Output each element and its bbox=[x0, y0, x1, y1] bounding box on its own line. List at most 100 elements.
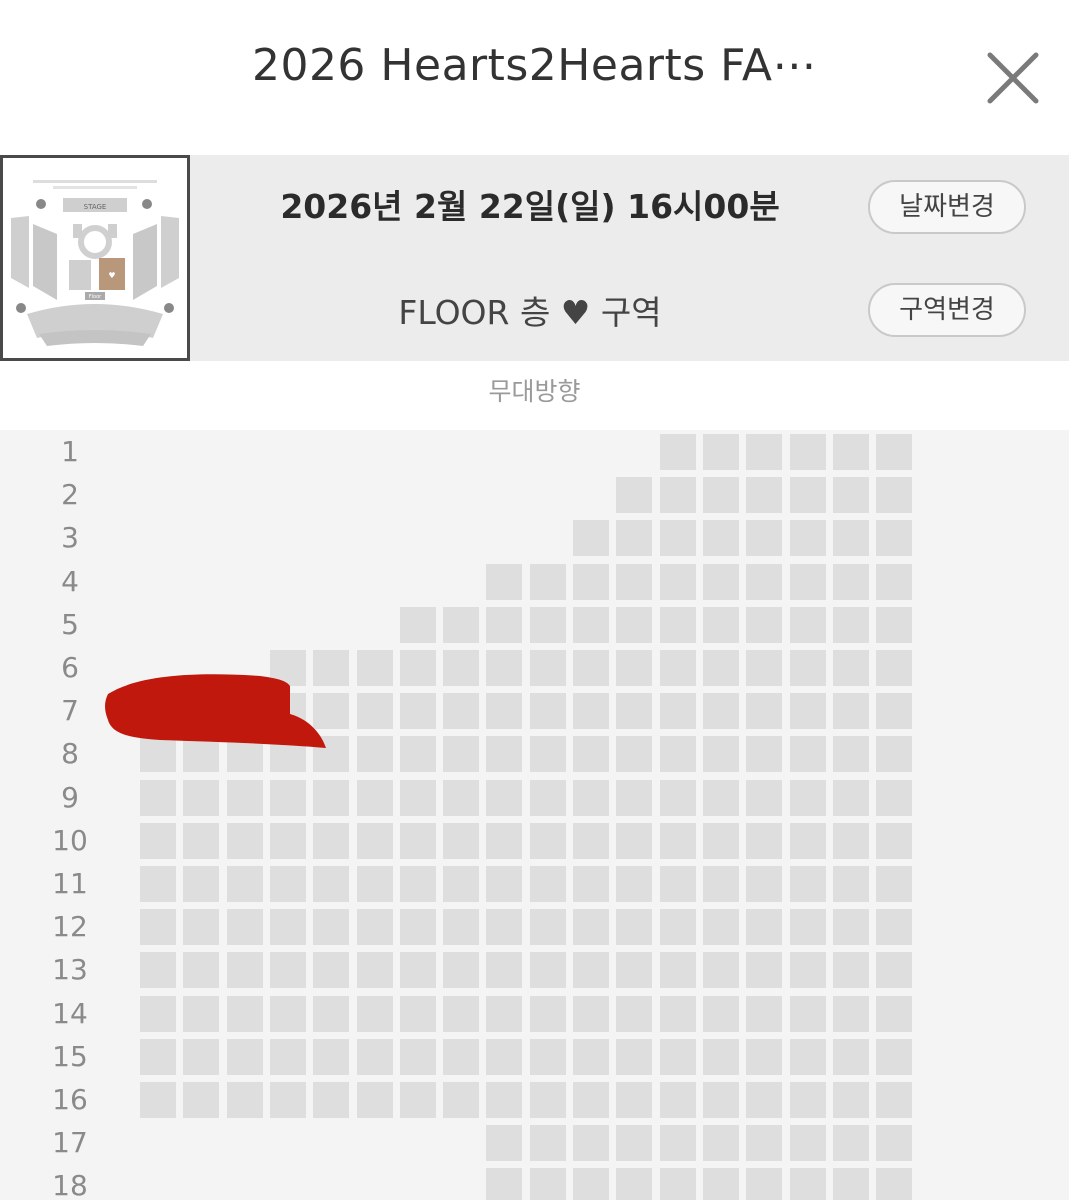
seat[interactable] bbox=[790, 650, 826, 686]
seat[interactable] bbox=[357, 1082, 393, 1118]
seat[interactable] bbox=[746, 477, 782, 513]
seat[interactable] bbox=[833, 693, 869, 729]
seat[interactable] bbox=[790, 823, 826, 859]
seat[interactable] bbox=[486, 1125, 522, 1161]
seat[interactable] bbox=[357, 952, 393, 988]
seat[interactable] bbox=[746, 693, 782, 729]
seat[interactable] bbox=[573, 1039, 609, 1075]
seat[interactable] bbox=[443, 650, 479, 686]
seat[interactable] bbox=[703, 866, 739, 902]
seat[interactable] bbox=[313, 1039, 349, 1075]
seat[interactable] bbox=[486, 909, 522, 945]
seat[interactable] bbox=[573, 1082, 609, 1118]
seat[interactable] bbox=[876, 650, 912, 686]
seat[interactable] bbox=[833, 564, 869, 600]
seat[interactable] bbox=[573, 607, 609, 643]
seat[interactable] bbox=[486, 952, 522, 988]
seat[interactable] bbox=[227, 1082, 263, 1118]
seat[interactable] bbox=[530, 866, 566, 902]
seat[interactable] bbox=[660, 996, 696, 1032]
seat[interactable] bbox=[573, 866, 609, 902]
seat[interactable] bbox=[876, 1039, 912, 1075]
seat[interactable] bbox=[876, 823, 912, 859]
seat[interactable] bbox=[876, 1082, 912, 1118]
seat[interactable] bbox=[833, 1082, 869, 1118]
seat[interactable] bbox=[313, 780, 349, 816]
seat[interactable] bbox=[443, 780, 479, 816]
seat[interactable] bbox=[573, 693, 609, 729]
seat[interactable] bbox=[833, 1168, 869, 1200]
seat[interactable] bbox=[227, 952, 263, 988]
seat[interactable] bbox=[746, 866, 782, 902]
seat[interactable] bbox=[227, 823, 263, 859]
seat[interactable] bbox=[530, 1082, 566, 1118]
seat[interactable] bbox=[703, 1039, 739, 1075]
seat[interactable] bbox=[660, 909, 696, 945]
close-button[interactable] bbox=[980, 45, 1046, 111]
seat[interactable] bbox=[616, 909, 652, 945]
seat[interactable] bbox=[530, 909, 566, 945]
seat[interactable] bbox=[486, 693, 522, 729]
seat[interactable] bbox=[876, 1125, 912, 1161]
seat[interactable] bbox=[616, 736, 652, 772]
seat[interactable] bbox=[790, 564, 826, 600]
seat[interactable] bbox=[357, 693, 393, 729]
seat[interactable] bbox=[746, 520, 782, 556]
seat[interactable] bbox=[313, 693, 349, 729]
seat[interactable] bbox=[530, 780, 566, 816]
seat[interactable] bbox=[530, 1125, 566, 1161]
seat[interactable] bbox=[400, 909, 436, 945]
seat[interactable] bbox=[746, 736, 782, 772]
seat[interactable] bbox=[616, 607, 652, 643]
seat[interactable] bbox=[616, 996, 652, 1032]
seat[interactable] bbox=[270, 736, 306, 772]
seat[interactable] bbox=[703, 736, 739, 772]
seat[interactable] bbox=[833, 736, 869, 772]
seat[interactable] bbox=[357, 650, 393, 686]
seat[interactable] bbox=[703, 477, 739, 513]
seat[interactable] bbox=[227, 736, 263, 772]
seat[interactable] bbox=[746, 780, 782, 816]
seat[interactable] bbox=[183, 1039, 219, 1075]
seat[interactable] bbox=[790, 520, 826, 556]
seat[interactable] bbox=[876, 996, 912, 1032]
seat[interactable] bbox=[746, 1039, 782, 1075]
seat[interactable] bbox=[443, 1082, 479, 1118]
seat[interactable] bbox=[443, 823, 479, 859]
seat[interactable] bbox=[227, 693, 263, 729]
seat[interactable] bbox=[616, 952, 652, 988]
seat[interactable] bbox=[876, 434, 912, 470]
seat[interactable] bbox=[746, 952, 782, 988]
seat[interactable] bbox=[660, 1168, 696, 1200]
seat[interactable] bbox=[573, 650, 609, 686]
seat[interactable] bbox=[270, 780, 306, 816]
seat[interactable] bbox=[443, 736, 479, 772]
seat[interactable] bbox=[790, 607, 826, 643]
seat[interactable] bbox=[270, 823, 306, 859]
seat[interactable] bbox=[833, 520, 869, 556]
seat[interactable] bbox=[313, 909, 349, 945]
seat[interactable] bbox=[746, 564, 782, 600]
seat[interactable] bbox=[876, 520, 912, 556]
seat[interactable] bbox=[616, 866, 652, 902]
seat[interactable] bbox=[270, 650, 306, 686]
seat[interactable] bbox=[660, 693, 696, 729]
seat[interactable] bbox=[573, 1125, 609, 1161]
seat[interactable] bbox=[833, 1039, 869, 1075]
seat[interactable] bbox=[616, 1168, 652, 1200]
seat[interactable] bbox=[616, 780, 652, 816]
seat[interactable] bbox=[616, 1125, 652, 1161]
seat[interactable] bbox=[140, 952, 176, 988]
seat[interactable] bbox=[270, 866, 306, 902]
seat[interactable] bbox=[486, 1168, 522, 1200]
seat[interactable] bbox=[400, 866, 436, 902]
seat[interactable] bbox=[313, 866, 349, 902]
seat[interactable] bbox=[660, 1039, 696, 1075]
seat[interactable] bbox=[790, 736, 826, 772]
seat[interactable] bbox=[573, 520, 609, 556]
seat[interactable] bbox=[400, 952, 436, 988]
seat[interactable] bbox=[746, 823, 782, 859]
seat[interactable] bbox=[833, 607, 869, 643]
seat[interactable] bbox=[660, 1082, 696, 1118]
seat[interactable] bbox=[616, 823, 652, 859]
